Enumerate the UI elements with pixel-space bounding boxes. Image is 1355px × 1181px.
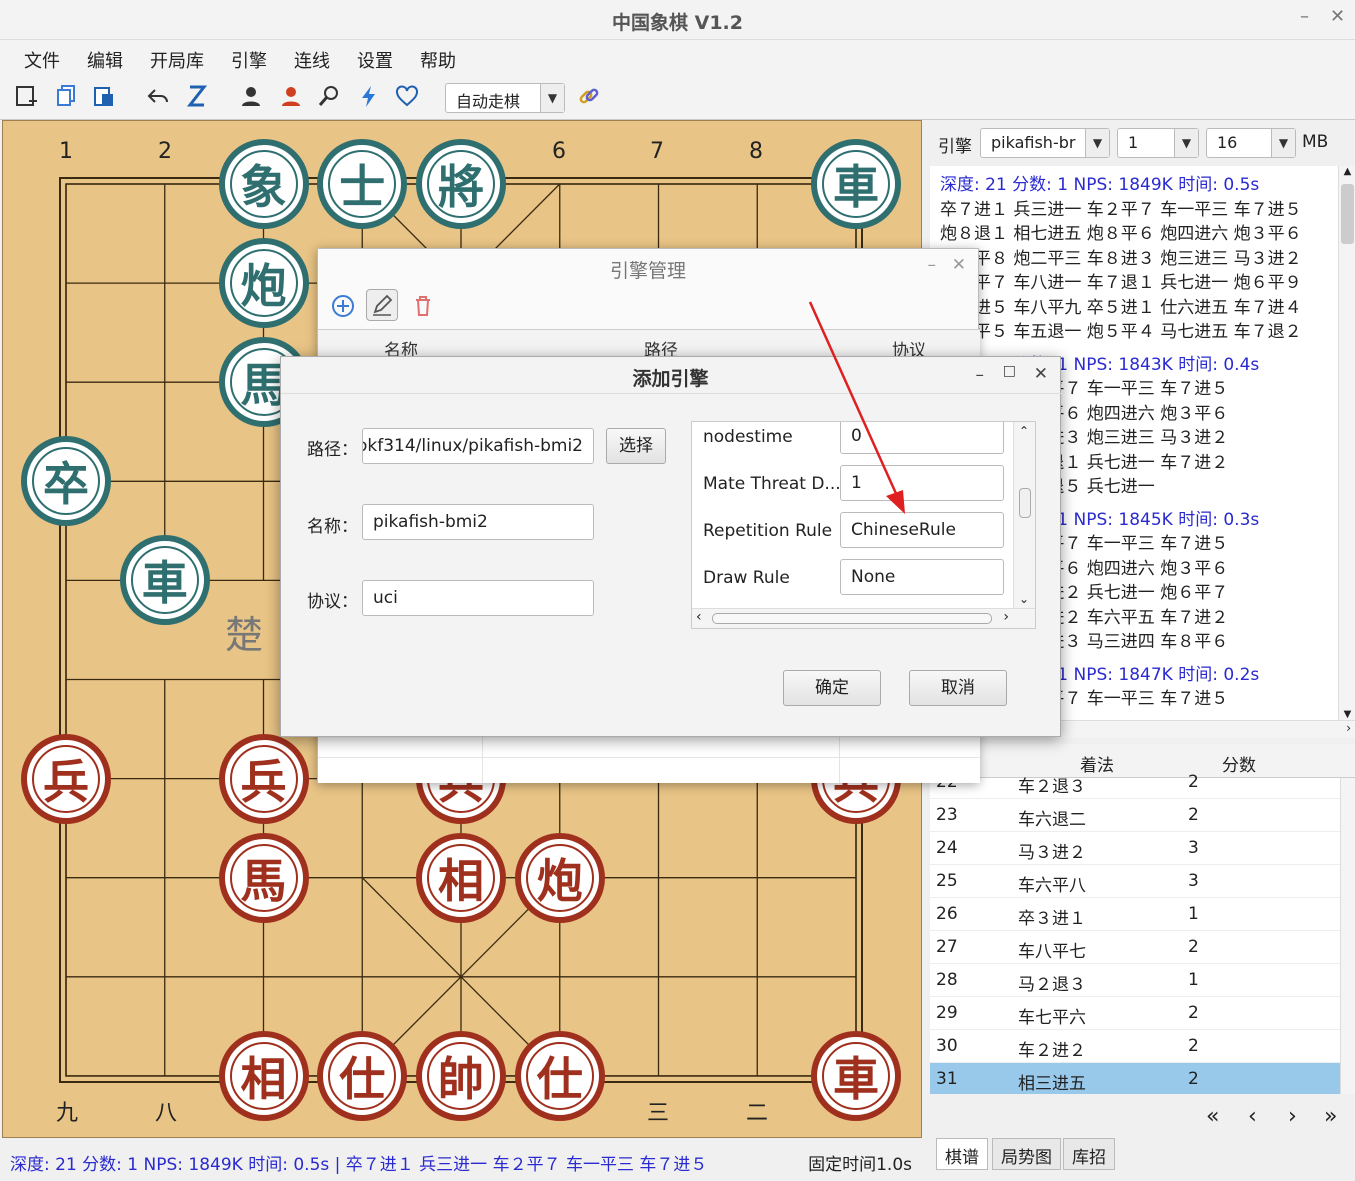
annotation-arrow: [808, 301, 905, 514]
